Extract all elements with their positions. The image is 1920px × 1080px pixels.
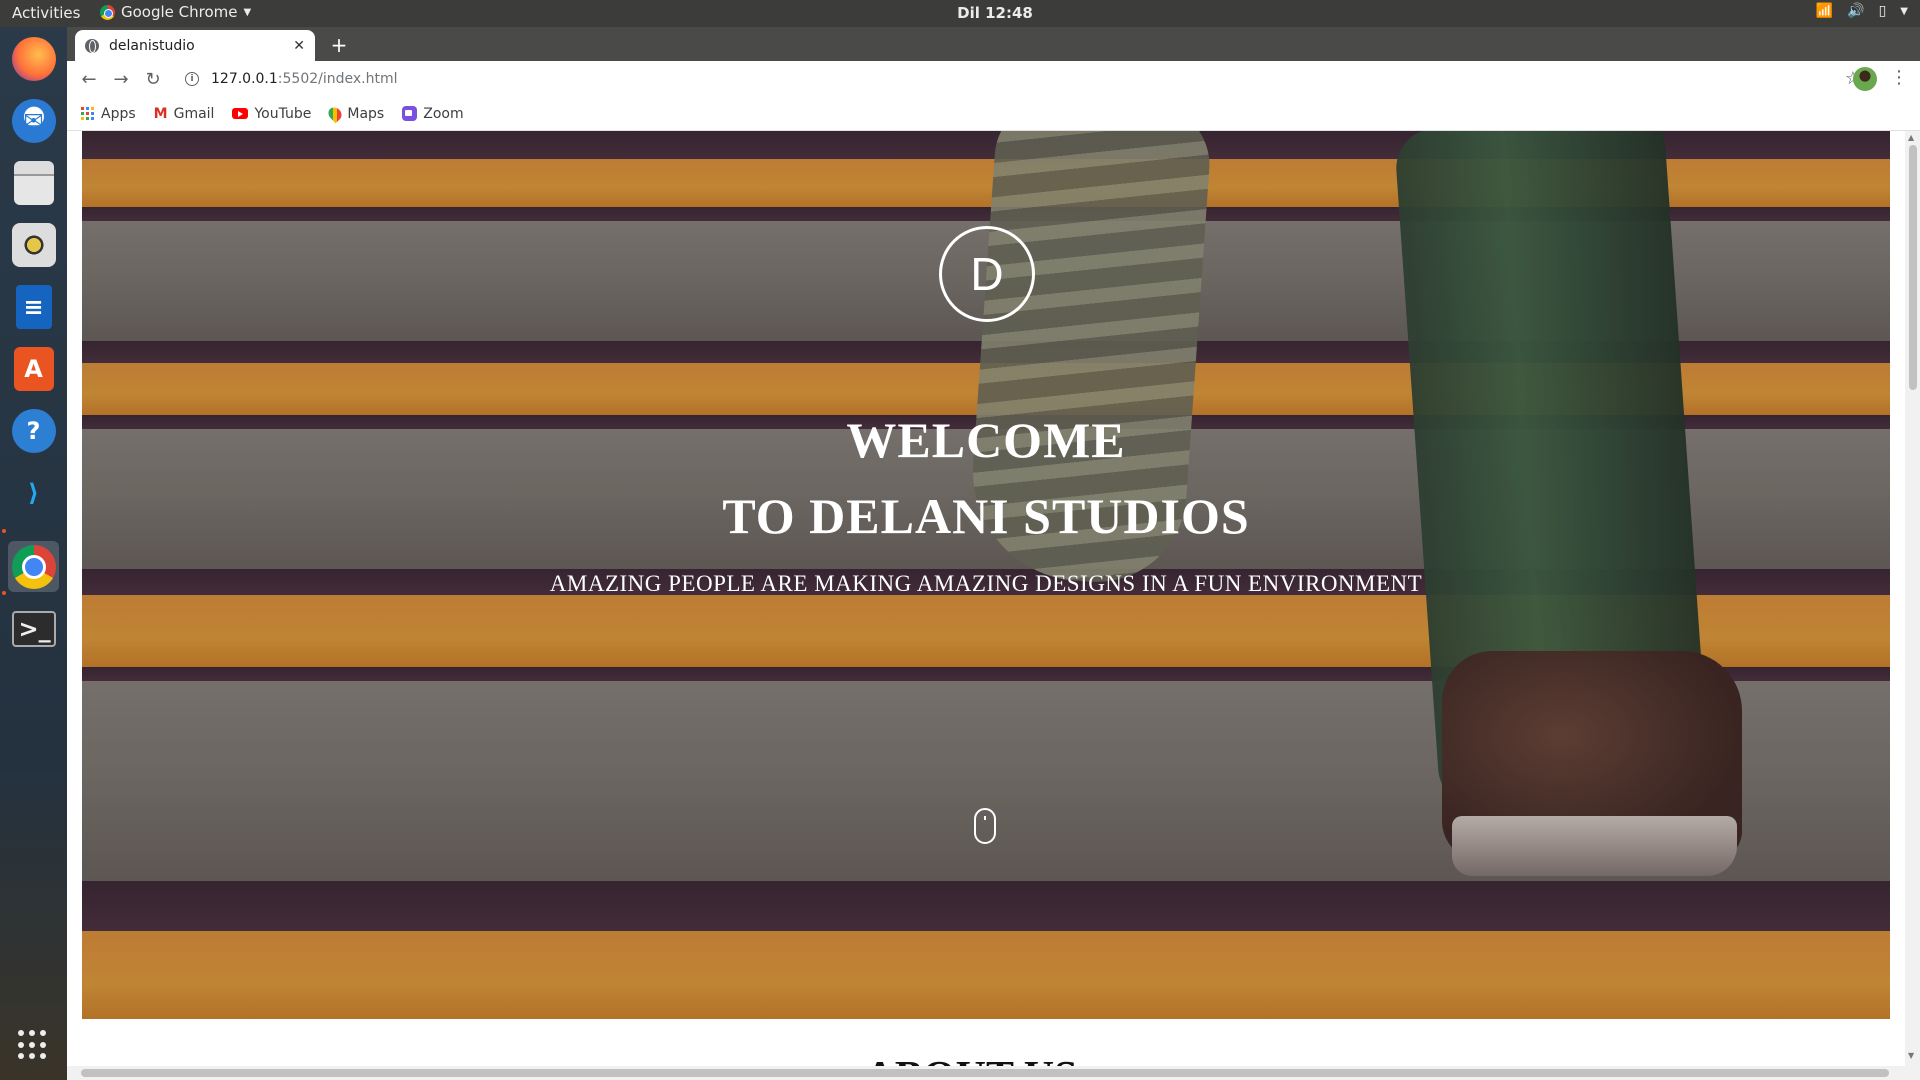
tab-strip: delanistudio ✕ + — [67, 27, 1920, 61]
hero-title-line1: WELCOME — [846, 412, 1126, 468]
dock-files[interactable] — [8, 157, 59, 208]
show-applications-button[interactable] — [18, 1030, 48, 1060]
scroll-up-arrow-icon[interactable]: ▲ — [1908, 133, 1914, 142]
status-menu[interactable]: 📶 🔊 ▯ ▼ — [1816, 3, 1908, 19]
bookmark-gmail[interactable]: M Gmail — [154, 106, 215, 122]
writer-icon: ≡ — [15, 284, 52, 329]
chrome-window: delanistudio ✕ + ← → ↻ i 127.0.0.1:5502/… — [67, 27, 1920, 1080]
vscode-icon: ⟩ — [28, 478, 39, 507]
battery-icon: ▯ — [1878, 3, 1887, 19]
clock[interactable]: Dil 12:48 — [0, 4, 1920, 22]
scroll-mouse-icon[interactable] — [974, 808, 996, 844]
scrollbar-thumb[interactable] — [81, 1069, 1889, 1077]
scroll-down-arrow-icon[interactable]: ▼ — [1908, 1051, 1914, 1060]
dock-software[interactable]: A — [8, 343, 59, 394]
hero-subtitle: AMAZING PEOPLE ARE MAKING AMAZING DESIGN… — [549, 571, 1423, 596]
url-path: :5502/index.html — [277, 71, 398, 87]
hero-section: D WELCOME TO DELANI STUDIOS AMAZING PEOP… — [82, 131, 1890, 1019]
tab-delanistudio[interactable]: delanistudio ✕ — [75, 30, 315, 61]
bookmarks-bar: Apps M Gmail YouTube Maps Zoom — [67, 97, 1920, 131]
brand-logo[interactable]: D — [939, 226, 1035, 322]
terminal-icon: >_ — [11, 610, 56, 647]
maps-icon — [326, 104, 345, 123]
dock-writer[interactable]: ≡ — [8, 281, 59, 332]
apps-grid-icon — [81, 106, 95, 121]
bookmark-zoom[interactable]: Zoom — [402, 105, 464, 122]
wifi-icon: 📶 — [1815, 3, 1834, 19]
back-button[interactable]: ← — [75, 65, 103, 93]
chrome-icon — [11, 544, 56, 589]
dock-thunderbird[interactable]: ✉ — [8, 95, 59, 146]
software-icon: A — [13, 346, 54, 391]
close-icon[interactable]: ✕ — [293, 38, 305, 54]
dock-terminal[interactable]: >_ — [8, 603, 59, 654]
profile-avatar[interactable] — [1853, 67, 1877, 91]
help-icon: ? — [11, 408, 56, 453]
horizontal-scrollbar[interactable] — [67, 1066, 1920, 1080]
volume-icon: 🔊 — [1847, 3, 1865, 19]
bookmark-label: Apps — [101, 105, 136, 122]
kebab-menu-icon[interactable]: ⋮ — [1889, 67, 1909, 91]
bookmark-label: Maps — [347, 105, 385, 122]
address-bar[interactable]: i 127.0.0.1:5502/index.html ☆ — [175, 65, 1865, 93]
rhythmbox-icon — [11, 222, 56, 267]
tab-title: delanistudio — [109, 37, 195, 54]
bookmark-youtube[interactable]: YouTube — [232, 106, 311, 122]
new-tab-button[interactable]: + — [325, 31, 353, 59]
page-viewport: D WELCOME TO DELANI STUDIOS AMAZING PEOP… — [67, 131, 1920, 1080]
zoom-icon — [402, 106, 418, 121]
system-top-bar: Activities Google Chrome ▼ Dil 12:48 📶 🔊… — [0, 0, 1920, 27]
bookmark-label: YouTube — [254, 105, 312, 122]
bookmark-apps[interactable]: Apps — [81, 106, 136, 122]
scrollbar-thumb[interactable] — [1909, 145, 1917, 390]
hero-title-line2: TO DELANI STUDIOS — [722, 488, 1250, 544]
bookmark-label: Zoom — [423, 105, 464, 122]
browser-toolbar: ← → ↻ i 127.0.0.1:5502/index.html ☆ ⋮ — [67, 61, 1920, 97]
dock-rhythmbox[interactable] — [8, 219, 59, 270]
forward-button[interactable]: → — [107, 65, 135, 93]
dock-vscode[interactable]: ⟩ — [8, 467, 59, 518]
running-indicator — [2, 591, 6, 595]
dock-chrome[interactable] — [8, 541, 59, 592]
reload-button[interactable]: ↻ — [139, 65, 167, 93]
firefox-icon — [11, 36, 56, 81]
caret-down-icon: ▼ — [1900, 5, 1908, 17]
url-host: 127.0.0.1 — [211, 71, 278, 87]
dock: ✉ ≡ A ? ⟩ >_ — [0, 27, 67, 1080]
dock-firefox[interactable] — [8, 33, 59, 84]
info-icon[interactable]: i — [185, 72, 199, 86]
bookmark-maps[interactable]: Maps — [326, 104, 385, 123]
files-icon — [13, 160, 54, 205]
running-indicator — [2, 529, 6, 533]
vertical-scrollbar[interactable]: ▲ ▼ — [1905, 131, 1920, 1066]
youtube-icon — [232, 108, 249, 119]
thunderbird-icon: ✉ — [11, 98, 56, 143]
globe-icon — [85, 38, 99, 53]
gmail-icon: M — [153, 105, 168, 122]
dock-help[interactable]: ? — [8, 405, 59, 456]
bookmark-label: Gmail — [173, 105, 215, 122]
